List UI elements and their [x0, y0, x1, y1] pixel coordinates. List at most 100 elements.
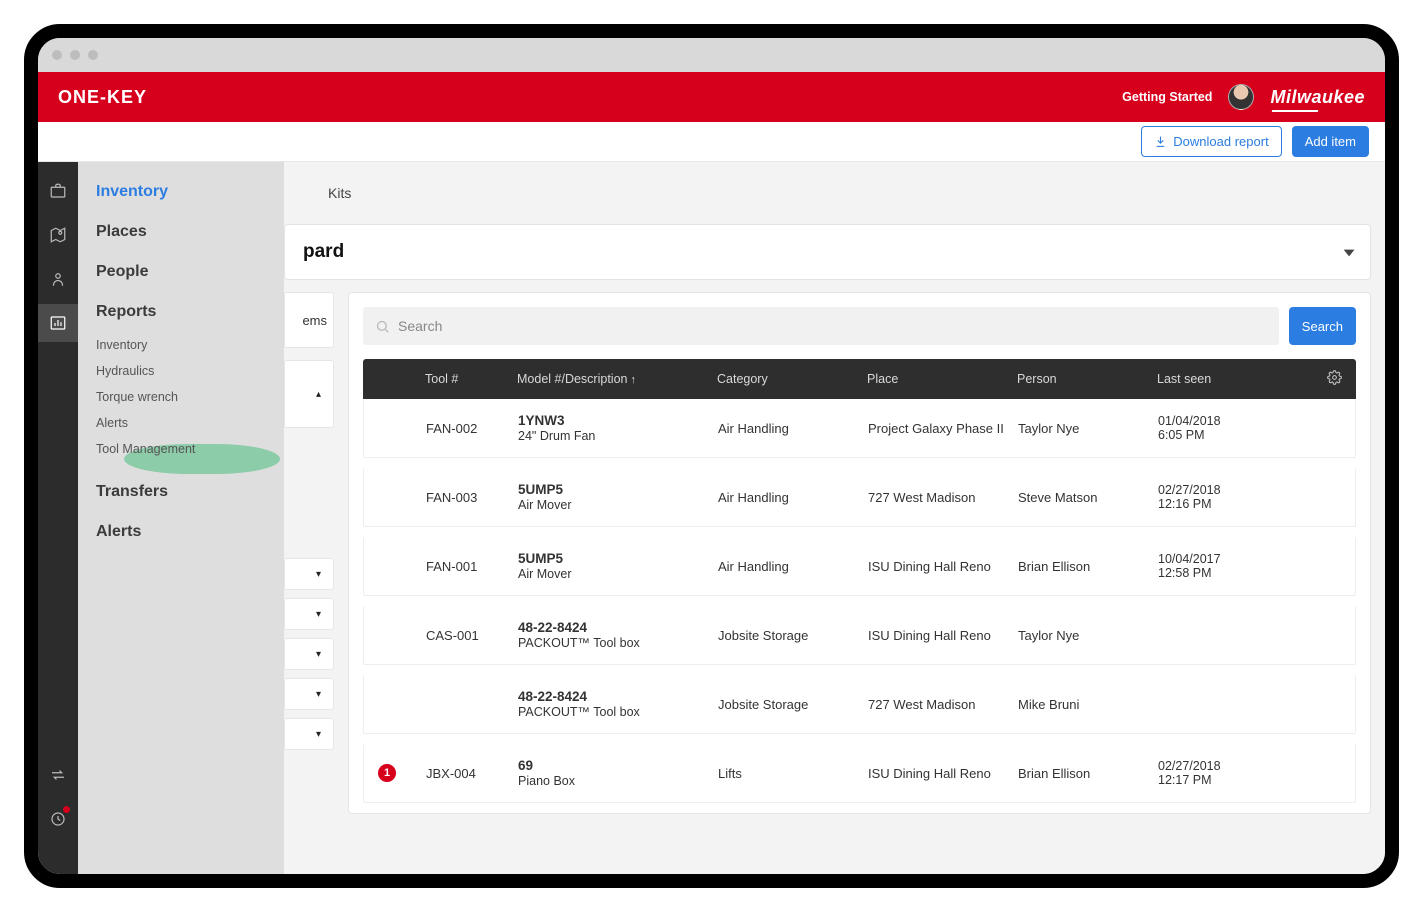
onekey-logo-text: ONE-KEY	[58, 87, 147, 108]
category-card[interactable]: ▾	[284, 718, 334, 750]
getting-started-link[interactable]: Getting Started	[1122, 90, 1212, 104]
gear-icon[interactable]	[1327, 370, 1342, 385]
cell-person: Taylor Nye	[1018, 628, 1158, 643]
th-model[interactable]: Model #/Description	[517, 372, 717, 386]
sidebar: Inventory Places People Reports Inventor…	[78, 162, 284, 874]
sidebar-sub-inventory[interactable]: Inventory	[78, 332, 284, 358]
search-placeholder: Search	[398, 318, 442, 334]
cell-last-seen: 02/27/201812:16 PM	[1158, 483, 1278, 511]
sidebar-item-reports[interactable]: Reports	[78, 292, 284, 332]
cell-person: Taylor Nye	[1018, 421, 1158, 436]
caret-down-icon: ▾	[316, 609, 321, 620]
window-dot	[88, 50, 98, 60]
cell-tool: FAN-003	[426, 490, 518, 505]
rail-reports[interactable]	[38, 304, 78, 342]
alert-dot-icon	[63, 806, 70, 813]
cell-person: Steve Matson	[1018, 490, 1158, 505]
rail-inventory[interactable]	[38, 172, 78, 210]
cell-model: 48-22-8424PACKOUT™ Tool box	[518, 689, 718, 719]
category-fragment: ems	[302, 313, 327, 328]
table-row[interactable]: FAN-0035UMP5Air MoverAir Handling727 Wes…	[363, 468, 1356, 527]
cell-category: Air Handling	[718, 490, 868, 505]
search-icon	[375, 319, 390, 334]
sidebar-sub-tool-management[interactable]: Tool Management	[78, 436, 284, 462]
th-person[interactable]: Person	[1017, 372, 1157, 386]
download-icon	[1154, 135, 1167, 148]
cell-last-seen: 02/27/201812:17 PM	[1158, 759, 1278, 787]
cell-place: Project Galaxy Phase II	[868, 421, 1018, 436]
search-button[interactable]: Search	[1289, 307, 1356, 345]
main-area: Kits pard ▾ ems ▴ ▾	[284, 162, 1385, 874]
window-dot	[52, 50, 62, 60]
sidebar-sub-alerts[interactable]: Alerts	[78, 410, 284, 436]
sidebar-sub-torque[interactable]: Torque wrench	[78, 384, 284, 410]
category-card[interactable]: ▾	[284, 638, 334, 670]
table-row[interactable]: FAN-0015UMP5Air MoverAir HandlingISU Din…	[363, 537, 1356, 596]
map-pin-icon	[49, 226, 67, 244]
cell-category: Air Handling	[718, 421, 868, 436]
caret-down-icon: ▾	[316, 729, 321, 740]
sidebar-item-inventory[interactable]: Inventory	[78, 172, 284, 212]
cell-place: 727 West Madison	[868, 697, 1018, 712]
cell-tool: FAN-002	[426, 421, 518, 436]
table-row[interactable]: 1JBX-00469Piano BoxLiftsISU Dining Hall …	[363, 744, 1356, 803]
caret-up-icon: ▴	[316, 389, 321, 400]
rail-alerts[interactable]	[38, 800, 78, 838]
tab-strip: Kits	[284, 162, 1385, 224]
cell-last-seen: 01/04/20186:05 PM	[1158, 414, 1278, 442]
alert-badge: 1	[378, 764, 396, 782]
milwaukee-logo: Milwaukee	[1270, 87, 1365, 108]
data-panel: Search Search Tool # Model #/Description	[348, 292, 1371, 814]
sidebar-item-transfers[interactable]: Transfers	[78, 472, 284, 512]
table-row[interactable]: 48-22-8424PACKOUT™ Tool boxJobsite Stora…	[363, 675, 1356, 734]
cell-model: 5UMP5Air Mover	[518, 482, 718, 512]
rail-people[interactable]	[38, 260, 78, 298]
search-button-label: Search	[1302, 319, 1343, 334]
category-card[interactable]: ▾	[284, 678, 334, 710]
dashboard-card[interactable]: pard ▾	[284, 224, 1371, 280]
th-place[interactable]: Place	[867, 372, 1017, 386]
table-header: Tool # Model #/Description Category Plac…	[363, 359, 1356, 399]
category-card[interactable]: ▾	[284, 598, 334, 630]
sidebar-item-alerts[interactable]: Alerts	[78, 512, 284, 552]
th-tool[interactable]: Tool #	[425, 372, 517, 386]
cell-last-seen: 10/04/201712:58 PM	[1158, 552, 1278, 580]
th-category[interactable]: Category	[717, 372, 867, 386]
sidebar-item-people[interactable]: People	[78, 252, 284, 292]
person-icon	[49, 270, 67, 288]
avatar[interactable]	[1228, 84, 1254, 110]
cell-place: ISU Dining Hall Reno	[868, 766, 1018, 781]
category-card[interactable]: ems	[284, 292, 334, 348]
cell-category: Jobsite Storage	[718, 628, 868, 643]
rail-places[interactable]	[38, 216, 78, 254]
icon-rail	[38, 162, 78, 874]
cell-category: Jobsite Storage	[718, 697, 868, 712]
download-report-button[interactable]: Download report	[1141, 126, 1281, 157]
tab-kits[interactable]: Kits	[328, 185, 351, 201]
briefcase-icon	[49, 182, 67, 200]
category-card[interactable]: ▾	[284, 558, 334, 590]
category-card[interactable]: ▴	[284, 360, 334, 428]
top-bar: ONE-KEY Getting Started Milwaukee	[38, 72, 1385, 122]
cell-person: Brian Ellison	[1018, 766, 1158, 781]
cell-model: 5UMP5Air Mover	[518, 551, 718, 581]
rail-transfers[interactable]	[38, 756, 78, 794]
onekey-logo: ONE-KEY	[58, 87, 147, 108]
add-item-label: Add item	[1305, 134, 1356, 149]
search-input[interactable]: Search	[363, 307, 1279, 345]
table-row[interactable]: CAS-00148-22-8424PACKOUT™ Tool boxJobsit…	[363, 606, 1356, 665]
cell-tool: CAS-001	[426, 628, 518, 643]
sidebar-item-places[interactable]: Places	[78, 212, 284, 252]
chart-icon	[49, 314, 67, 332]
sidebar-sub-hydraulics[interactable]: Hydraulics	[78, 358, 284, 384]
chevron-down-icon: ▾	[1344, 245, 1354, 259]
download-report-label: Download report	[1173, 134, 1268, 149]
cell-place: ISU Dining Hall Reno	[868, 628, 1018, 643]
caret-down-icon: ▾	[316, 649, 321, 660]
th-last-seen[interactable]: Last seen	[1157, 372, 1277, 386]
add-item-button[interactable]: Add item	[1292, 126, 1369, 157]
cell-category: Lifts	[718, 766, 868, 781]
cell-tool: FAN-001	[426, 559, 518, 574]
table-row[interactable]: FAN-0021YNW324" Drum FanAir HandlingProj…	[363, 399, 1356, 458]
cell-category: Air Handling	[718, 559, 868, 574]
